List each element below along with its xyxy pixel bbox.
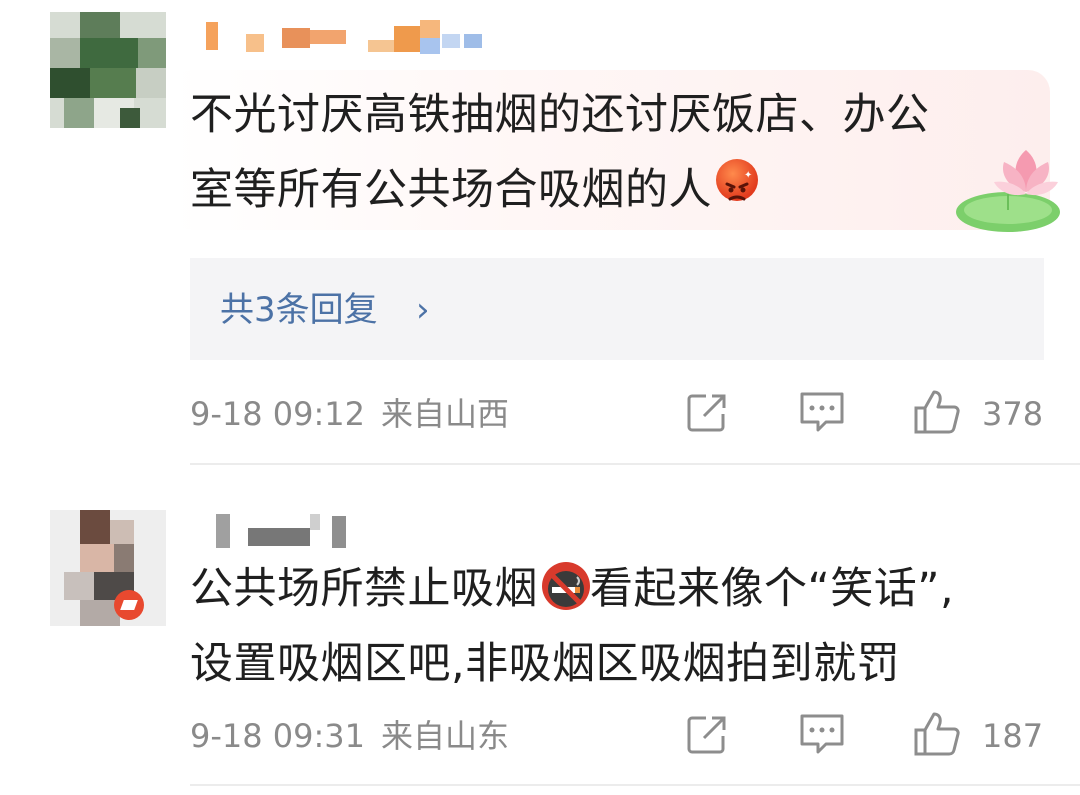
like-count: 378 — [982, 395, 1044, 433]
avatar[interactable] — [50, 510, 166, 626]
timestamp: 9-18 09:31 — [190, 717, 366, 755]
comment-item: 不光讨厌高铁抽烟的还讨厌饭店、办公 室等所有公共场合吸烟的人 ✦ 共3条回复 › … — [0, 0, 1080, 465]
comment-text-line: 公共场所禁止吸烟 看起来像个“笑话”, — [190, 562, 955, 614]
comment-text-line: 设置吸烟区吧,非吸烟区吸烟拍到就罚 — [190, 639, 901, 689]
like-icon — [914, 712, 960, 756]
like-button[interactable] — [912, 710, 962, 756]
no-smoking-emoji — [542, 562, 590, 610]
like-count: 187 — [982, 717, 1044, 755]
username-pixelated[interactable] — [196, 512, 356, 552]
comment-icon — [800, 714, 844, 754]
like-icon — [914, 390, 960, 434]
comment-divider — [190, 784, 1080, 786]
location: 来自山东 — [381, 717, 510, 755]
angry-face-emoji: ✦ — [716, 159, 758, 201]
comment-meta: 9-18 09:31 来自山东 — [190, 716, 509, 756]
comment-meta: 9-18 09:12 来自山西 — [190, 394, 509, 434]
share-icon — [687, 394, 726, 432]
share-button[interactable] — [684, 712, 730, 758]
share-button[interactable] — [684, 390, 730, 436]
comment-text: 不光讨厌高铁抽烟的还讨厌饭店、办公 室等所有公共场合吸烟的人 ✦ — [190, 78, 1050, 228]
chevron-right-icon: › — [416, 290, 430, 330]
like-button[interactable] — [912, 388, 962, 434]
reply-button[interactable] — [798, 712, 846, 758]
timestamp: 9-18 09:12 — [190, 395, 366, 433]
replies-link[interactable]: 共3条回复 › — [190, 258, 1044, 360]
replies-label: 共3条回复 — [220, 290, 378, 330]
comment-text-line: 室等所有公共场合吸烟的人 ✦ — [190, 153, 1050, 228]
avatar[interactable] — [50, 12, 166, 128]
comment-divider — [190, 463, 1080, 465]
comment-item: 公共场所禁止吸烟 看起来像个“笑话”, 设置吸烟区吧,非吸烟区吸烟拍到就罚 9-1… — [0, 466, 1080, 795]
svg-text:✦: ✦ — [744, 170, 753, 181]
comment-text-line: 不光讨厌高铁抽烟的还讨厌饭店、办公 — [190, 90, 930, 140]
reply-button[interactable] — [798, 390, 846, 436]
comment-icon — [800, 392, 844, 432]
share-icon — [687, 716, 726, 754]
comment-text: 公共场所禁止吸烟 看起来像个“笑话”, 设置吸烟区吧,非吸烟区吸烟拍到就罚 — [190, 552, 1050, 702]
username-pixelated[interactable] — [196, 18, 496, 58]
location: 来自山西 — [381, 395, 510, 433]
